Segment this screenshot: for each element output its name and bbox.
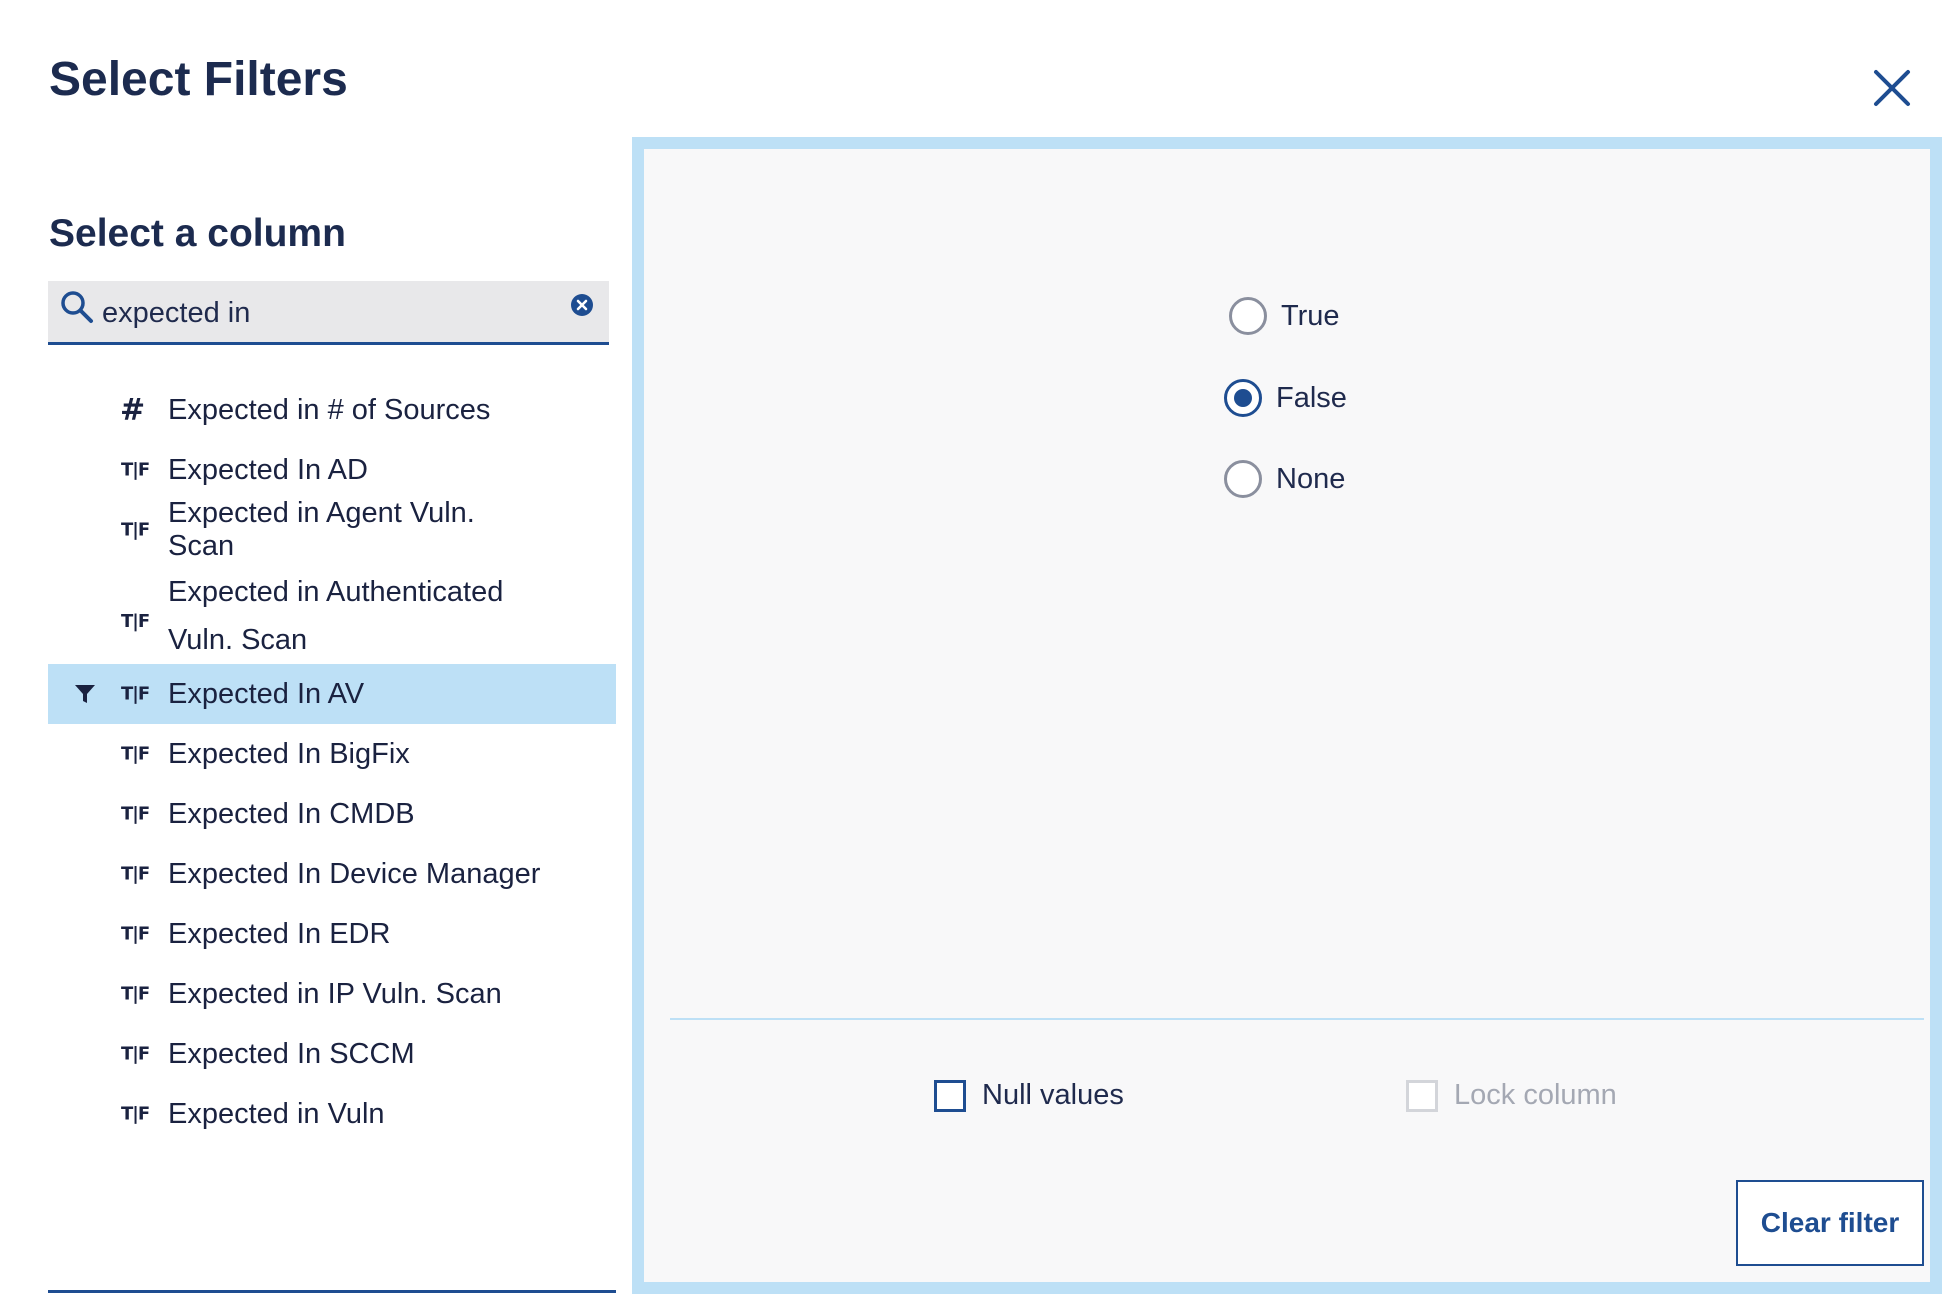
- column-item[interactable]: T|F Expected In AD: [48, 440, 616, 500]
- column-item-label: Expected In Device Manager: [168, 857, 541, 890]
- radio-button-checked[interactable]: [1224, 379, 1262, 417]
- boolean-type-icon: T|F: [121, 683, 150, 705]
- boolean-type-icon: T|F: [121, 459, 150, 481]
- boolean-type-icon: T|F: [121, 923, 150, 945]
- column-item-label: Expected In AD: [168, 453, 368, 486]
- radio-option-true[interactable]: True: [1229, 297, 1340, 335]
- column-item-selected[interactable]: T|F Expected In AV: [48, 664, 616, 724]
- column-item-label: Expected In CMDB: [168, 797, 415, 830]
- column-item[interactable]: T|F Expected In Device Manager: [48, 844, 616, 904]
- select-column-heading: Select a column: [49, 212, 346, 255]
- column-item-label: Expected in Vuln: [168, 1097, 385, 1130]
- column-list: # Expected in # of Sources T|F Expected …: [48, 380, 616, 1144]
- column-item-label: Expected in Authenticated Vuln. Scan: [168, 576, 504, 656]
- column-item[interactable]: # Expected in # of Sources: [48, 380, 616, 440]
- null-values-label: Null values: [982, 1079, 1124, 1111]
- search-icon: [61, 291, 93, 323]
- lock-column-option: Lock column: [1406, 1079, 1617, 1112]
- column-item-label: Expected in # of Sources: [168, 393, 491, 426]
- list-bottom-divider: [48, 1290, 616, 1293]
- number-type-icon: #: [120, 392, 145, 428]
- column-item[interactable]: T|F Expected In CMDB: [48, 784, 616, 844]
- close-icon[interactable]: [1868, 64, 1916, 112]
- column-item-label: Expected In EDR: [168, 917, 391, 950]
- boolean-type-icon: T|F: [121, 1043, 150, 1065]
- boolean-type-icon: T|F: [121, 743, 150, 765]
- column-item[interactable]: T|F Expected In BigFix: [48, 724, 616, 784]
- radio-option-false[interactable]: False: [1224, 379, 1347, 417]
- lock-column-label: Lock column: [1454, 1079, 1617, 1111]
- boolean-type-icon: T|F: [121, 863, 150, 885]
- filter-panel: True False None Null values Lock column …: [632, 137, 1942, 1294]
- boolean-type-icon: T|F: [121, 611, 150, 632]
- lock-column-checkbox: [1406, 1079, 1438, 1112]
- column-search: [48, 281, 609, 345]
- column-item-label: Expected In AV: [168, 677, 365, 710]
- null-values-checkbox[interactable]: [934, 1079, 966, 1112]
- column-item[interactable]: T|F Expected in IP Vuln. Scan: [48, 964, 616, 1024]
- column-item-label: Expected in IP Vuln. Scan: [168, 977, 502, 1010]
- column-item-label: Expected In BigFix: [168, 737, 410, 770]
- column-item-label: Expected in Agent Vuln. Scan: [168, 497, 475, 562]
- radio-button[interactable]: [1224, 460, 1262, 498]
- clear-search-icon[interactable]: [570, 293, 594, 317]
- clear-filter-button[interactable]: Clear filter: [1736, 1180, 1924, 1266]
- column-item[interactable]: T|F Expected in Authenticated Vuln. Scan: [48, 560, 616, 664]
- radio-label: None: [1276, 462, 1346, 495]
- column-item[interactable]: T|F Expected in Agent Vuln. Scan: [48, 497, 616, 562]
- dialog-title: Select Filters: [49, 53, 348, 106]
- boolean-type-icon: T|F: [121, 519, 150, 541]
- column-item[interactable]: T|F Expected In EDR: [48, 904, 616, 964]
- search-input[interactable]: [100, 289, 574, 337]
- radio-option-none[interactable]: None: [1224, 460, 1345, 498]
- radio-label: False: [1276, 381, 1347, 414]
- column-item[interactable]: T|F Expected in Vuln: [48, 1084, 616, 1144]
- panel-divider: [670, 1018, 1924, 1020]
- boolean-type-icon: T|F: [121, 983, 150, 1005]
- column-item[interactable]: T|F Expected In SCCM: [48, 1024, 616, 1084]
- filter-icon: [75, 685, 95, 703]
- radio-button[interactable]: [1229, 297, 1267, 335]
- null-values-option[interactable]: Null values: [934, 1079, 1124, 1112]
- boolean-type-icon: T|F: [121, 803, 150, 825]
- radio-label: True: [1281, 299, 1340, 332]
- boolean-type-icon: T|F: [121, 1103, 150, 1125]
- column-item-label: Expected In SCCM: [168, 1037, 415, 1070]
